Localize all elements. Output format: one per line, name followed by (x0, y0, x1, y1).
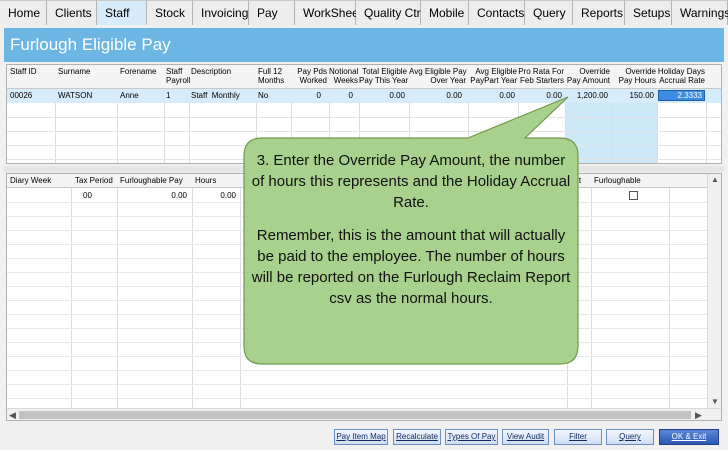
cell-description[interactable]: Staff Monthly (191, 91, 240, 100)
page-title: Furlough Eligible Pay (4, 28, 724, 62)
scroll-left-icon[interactable]: ◀ (9, 410, 16, 420)
pay-item-map-button[interactable]: Pay Item Map (334, 429, 388, 445)
tab-clients[interactable]: Clients (47, 0, 97, 25)
tab-mobile[interactable]: Mobile (421, 0, 469, 25)
tab-reports[interactable]: Reports (573, 0, 625, 25)
col-pro-rata-feb[interactable]: Pro Rata For Feb Starters (518, 67, 564, 85)
tab-quality-ctrl[interactable]: Quality Ctrl (356, 0, 423, 25)
eligible-pay-grid[interactable]: Staff ID Surname Forename Staff Payroll … (6, 64, 722, 164)
furloughable-checkbox[interactable] (629, 191, 638, 200)
tab-warnings[interactable]: Warnings (672, 0, 728, 25)
cell-notional-weeks[interactable]: 0 (329, 91, 353, 100)
col-total-eligible-pay[interactable]: Total Eligible Pay This Year (359, 67, 408, 85)
col-hours[interactable]: Hours (195, 176, 216, 185)
cell-total-eligible-pay[interactable]: 0.00 (359, 91, 405, 100)
instruction-callout: 3. Enter the Override Pay Amount, the nu… (250, 150, 572, 321)
scroll-up-icon[interactable]: ▲ (711, 175, 719, 184)
tab-setups[interactable]: Setups (625, 0, 672, 25)
cell-tax-period[interactable]: 00 (83, 191, 92, 200)
col-avg-eligible-part-year[interactable]: Avg Eligible PayPart Year (468, 67, 517, 85)
tab-worksheet[interactable]: WorkSheet (295, 0, 362, 25)
tab-pay[interactable]: Pay (249, 0, 295, 25)
vertical-scrollbar[interactable]: ▲ ▼ (707, 174, 721, 408)
scroll-down-icon[interactable]: ▼ (711, 397, 719, 406)
col-furloughable-pay[interactable]: Furloughable Pay (120, 176, 183, 185)
cell-pay-pds-worked[interactable]: 0 (291, 91, 321, 100)
tab-home[interactable]: Home (0, 0, 47, 25)
action-button-bar: Pay Item Map Recalculate Types Of Pay Vi… (0, 424, 728, 450)
tab-query[interactable]: Query (525, 0, 573, 25)
grid-header: Staff ID Surname Forename Staff Payroll … (7, 65, 721, 89)
cell-override-pay-amount[interactable]: 1,200.00 (565, 91, 608, 100)
tab-invoicing[interactable]: Invoicing (193, 0, 249, 25)
cell-pro-rata-feb[interactable]: 0.00 (518, 91, 562, 100)
col-forename[interactable]: Forename (120, 67, 156, 76)
cell-avg-eligible-over-year[interactable]: 0.00 (409, 91, 462, 100)
holiday-accrual-edit-input[interactable]: 2.3333 (658, 90, 705, 101)
filter-button[interactable]: Filter (554, 429, 602, 445)
recalculate-button[interactable]: Recalculate (393, 429, 441, 445)
types-of-pay-button[interactable]: Types Of Pay (445, 429, 498, 445)
col-description[interactable]: Description (191, 67, 231, 76)
col-staff-id[interactable]: Staff ID (10, 67, 37, 76)
col-holiday-days-accrual[interactable]: Holiday Days Accrual Rate (657, 67, 705, 85)
view-audit-button[interactable]: View Audit (502, 429, 549, 445)
cell-avg-eligible-part-year[interactable]: 0.00 (468, 91, 515, 100)
col-avg-eligible-over-year[interactable]: Avg Eligible Pay Over Year (409, 67, 467, 85)
table-row[interactable]: 00026 WATSON Anne 1 Staff Monthly No 0 0… (7, 89, 721, 103)
col-tax-period[interactable]: Tax Period (75, 176, 113, 185)
col-full-12-months[interactable]: Full 12 Months (258, 67, 284, 85)
col-override-pay-hours[interactable]: Override Pay Hours (611, 67, 656, 85)
cell-override-pay-hours[interactable]: 150.00 (611, 91, 654, 100)
col-pay-pds-worked[interactable]: Pay Pds Worked (291, 67, 327, 85)
cell-forename[interactable]: Anne (120, 91, 139, 100)
cell-staff-payroll[interactable]: 1 (166, 91, 170, 100)
col-override-pay-amount[interactable]: Override Pay Amount (565, 67, 610, 85)
col-surname[interactable]: Surname (58, 67, 90, 76)
col-diary-week[interactable]: Diary Week (10, 176, 51, 185)
cell-surname[interactable]: WATSON (58, 91, 92, 100)
col-staff-payroll[interactable]: Staff Payroll (166, 67, 190, 85)
col-furloughable[interactable]: Furloughable (594, 176, 641, 185)
scroll-right-icon[interactable]: ▶ (695, 410, 702, 420)
cell-hours[interactable]: 0.00 (192, 191, 236, 200)
query-button[interactable]: Query (606, 429, 654, 445)
col-notional-weeks[interactable]: Notional Weeks (329, 67, 358, 85)
callout-note-text: Remember, this is the amount that will a… (251, 227, 571, 307)
horizontal-scrollbar[interactable]: ◀ ▶ (7, 408, 721, 420)
callout-step-text: 3. Enter the Override Pay Amount, the nu… (251, 152, 571, 211)
tab-stock[interactable]: Stock (147, 0, 193, 25)
cell-furloughable-pay[interactable]: 0.00 (117, 191, 187, 200)
scroll-thumb[interactable] (19, 411, 691, 419)
tab-contacts[interactable]: Contacts (469, 0, 525, 25)
cell-full-12-months[interactable]: No (258, 91, 268, 100)
cell-staff-id[interactable]: 00026 (10, 91, 32, 100)
tab-staff[interactable]: Staff (97, 0, 147, 25)
ok-exit-button[interactable]: OK & Exit (659, 429, 719, 445)
main-tab-bar: Home Clients Staff Stock Invoicing Pay WorkShe… (0, 0, 728, 25)
